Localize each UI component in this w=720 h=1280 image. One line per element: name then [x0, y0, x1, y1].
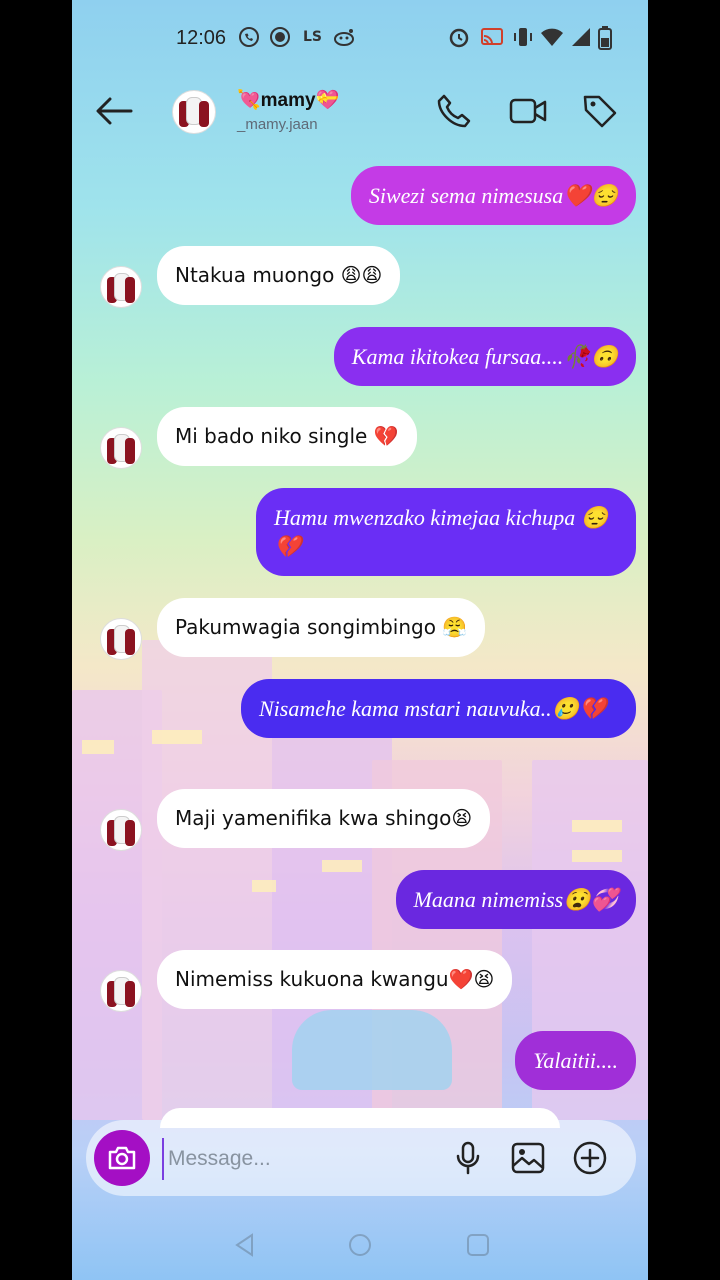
message-bubble-outgoing[interactable]: Yalaitii....	[515, 1031, 636, 1090]
contact-avatar[interactable]	[172, 90, 216, 134]
signal-icon	[570, 26, 592, 54]
message-bubble-outgoing[interactable]: Siwezi sema nimesusa❤️😔	[350, 166, 636, 225]
microphone-icon	[456, 1141, 480, 1175]
circle-home-icon	[349, 1234, 371, 1256]
vibrate-icon	[512, 26, 534, 54]
message-bubble-outgoing[interactable]: Maana nimemiss😧💞	[395, 870, 636, 929]
message-bubble-outgoing[interactable]: Hamu mwenzako kimejaa kichupa 😔💔	[256, 488, 636, 576]
phone-icon	[437, 94, 471, 128]
camera-button[interactable]	[94, 1130, 150, 1186]
video-call-button[interactable]	[504, 87, 552, 135]
nav-recents-button[interactable]	[465, 1232, 491, 1262]
message-bubble-incoming[interactable]: Mi bado niko single 💔	[157, 407, 417, 466]
image-icon	[511, 1142, 545, 1174]
triangle-back-icon	[235, 1233, 253, 1257]
back-arrow-icon	[96, 97, 133, 125]
nav-back-button[interactable]	[232, 1232, 258, 1262]
contact-avatar-small	[100, 809, 142, 851]
plus-circle-icon	[573, 1141, 607, 1175]
chat-header: 💘mamy💝 _mamy.jaan	[72, 70, 648, 150]
message-bubble-incoming[interactable]: Ntakua muongo 😩😩	[157, 246, 401, 305]
message-bubble-incoming[interactable]: Nimemiss kukuona kwangu❤️😫	[157, 950, 513, 1009]
square-recents-icon	[467, 1234, 489, 1256]
nav-home-button[interactable]	[347, 1232, 373, 1262]
status-bar: 12:06 LS	[72, 18, 648, 58]
whatsapp-icon	[238, 26, 260, 54]
message-composer	[86, 1120, 636, 1196]
cast-icon	[480, 26, 504, 54]
message-bubble-outgoing[interactable]: Kama ikitokea fursaa....🥀🙃	[333, 327, 636, 386]
battery-icon	[598, 26, 612, 56]
voice-call-button[interactable]	[430, 87, 478, 135]
record-icon	[269, 26, 291, 54]
contact-avatar-small	[100, 618, 142, 660]
add-button[interactable]	[570, 1138, 610, 1178]
tag-icon	[583, 95, 617, 128]
tag-button[interactable]	[576, 87, 624, 135]
gallery-button[interactable]	[508, 1138, 548, 1178]
ls-icon: LS	[303, 29, 323, 45]
status-time: 12:06	[176, 27, 227, 49]
contact-username: _mamy.jaan	[237, 116, 318, 133]
system-navigation-bar	[72, 1210, 648, 1280]
message-bubble-incoming[interactable]: Pakumwagia songimbingo 😤	[157, 598, 486, 657]
reddit-icon	[332, 26, 356, 54]
message-bubble-outgoing[interactable]: Nisamehe kama mstari nauvuka..🥲💔	[241, 679, 636, 738]
camera-icon	[108, 1146, 136, 1170]
back-button[interactable]	[90, 87, 138, 135]
alarm-icon	[448, 26, 470, 54]
contact-avatar-small	[100, 970, 142, 1012]
contact-name[interactable]: 💘mamy💝	[237, 88, 339, 112]
microphone-button[interactable]	[448, 1138, 488, 1178]
contact-avatar-small	[100, 266, 142, 308]
video-camera-icon	[509, 98, 547, 124]
contact-avatar-small	[100, 427, 142, 469]
message-input[interactable]	[162, 1138, 440, 1180]
message-bubble-incoming[interactable]: Maji yamenifika kwa shingo😫	[157, 789, 491, 848]
phone-screen: 12:06 LS 💘mamy💝 _mamy.jaan Siwezi sema n…	[72, 0, 648, 1280]
wifi-icon	[540, 26, 564, 54]
